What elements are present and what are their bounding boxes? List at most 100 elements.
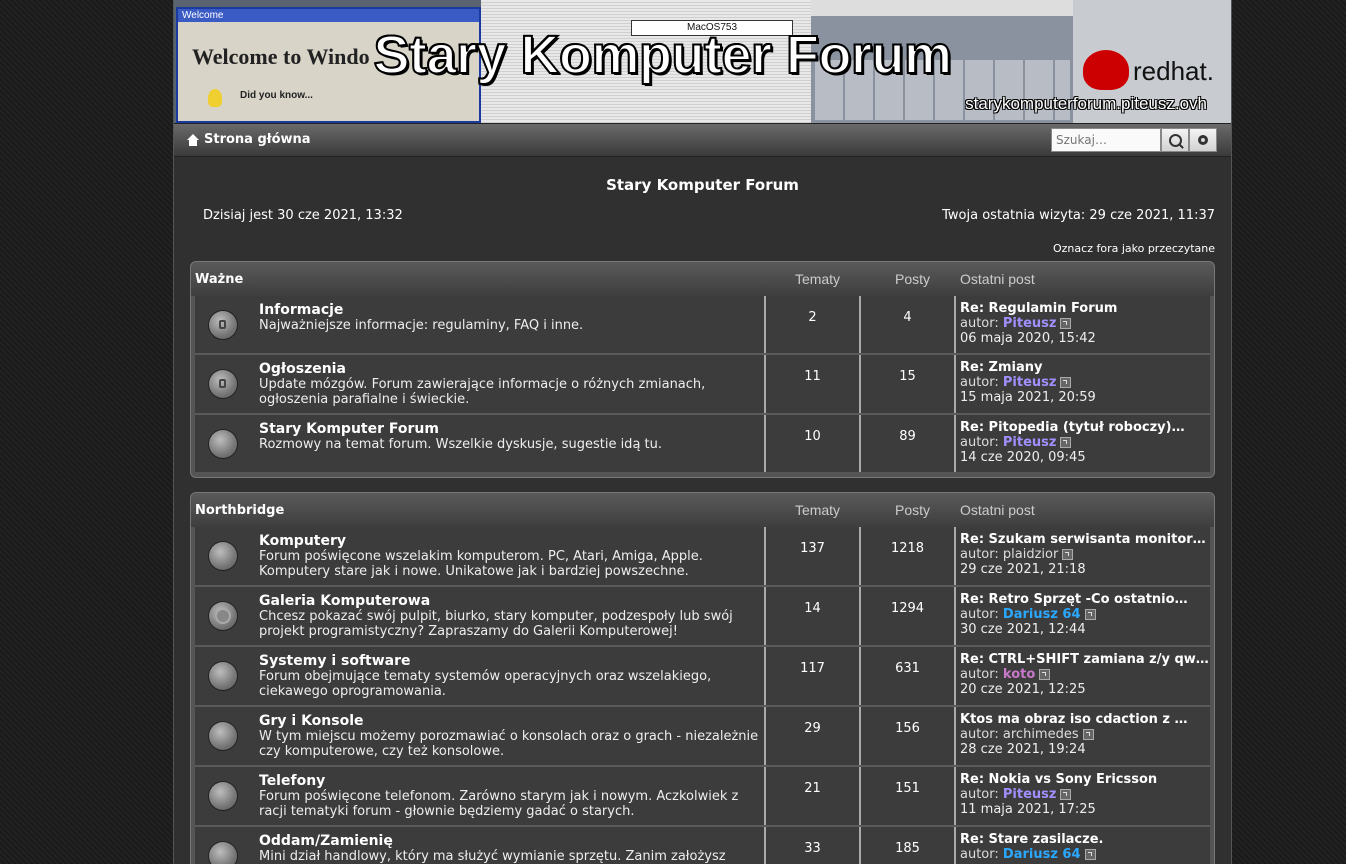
forum-topics: 117 xyxy=(766,647,861,705)
home-link[interactable]: Strona główna xyxy=(186,132,311,147)
forum-desc: Update mózgów. Forum zawierające informa… xyxy=(259,377,706,407)
forum-name[interactable]: Systemy i software xyxy=(259,653,760,669)
forum-name[interactable]: Informacje xyxy=(259,302,760,318)
forum-topics: 14 xyxy=(766,587,861,645)
goto-post-icon[interactable] xyxy=(1082,729,1094,740)
forum-last-post: Ktos ma obraz iso cdaction z … autor: ar… xyxy=(956,707,1210,765)
last-post-title[interactable]: Ktos ma obraz iso cdaction z … xyxy=(960,712,1210,727)
forum-name[interactable]: Telefony xyxy=(259,773,760,789)
forum-last-post: Re: Regulamin Forum autor: Piteusz 06 ma… xyxy=(956,296,1210,353)
search-button[interactable] xyxy=(1161,128,1189,152)
search-input[interactable] xyxy=(1051,128,1161,152)
forum-posts: 185 xyxy=(861,827,956,864)
forum-row: Oddam/Zamienię Mini dział handlowy, który… xyxy=(195,825,1210,864)
forum-desc: Mini dział handlowy, który ma służyć wym… xyxy=(259,849,726,864)
forum-posts: 1218 xyxy=(861,527,956,585)
forum-locked-icon xyxy=(209,310,237,339)
banner-win-bar: Welcome xyxy=(178,9,479,22)
page-title: Stary Komputer Forum xyxy=(606,176,799,194)
last-post-title[interactable]: Re: Pitopedia (tytuł roboczy)… xyxy=(960,420,1210,435)
goto-post-icon[interactable] xyxy=(1084,609,1096,620)
forum-name[interactable]: Komputery xyxy=(259,533,760,549)
forum-name[interactable]: Stary Komputer Forum xyxy=(259,421,760,437)
goto-post-icon[interactable] xyxy=(1060,377,1072,388)
last-post-date: 28 cze 2021, 19:24 xyxy=(960,742,1086,757)
goto-post-icon[interactable] xyxy=(1084,849,1096,860)
last-post-date: 29 cze 2021, 21:18 xyxy=(960,562,1086,577)
category-header: Ważne Tematy Posty Ostatni post xyxy=(191,262,1214,296)
category-name[interactable]: Northbridge xyxy=(191,503,770,518)
author-link[interactable]: koto xyxy=(1003,667,1035,682)
author-link[interactable]: archimedes xyxy=(1003,727,1079,742)
forum-desc: Forum poświęcone wszelakim komputerom. P… xyxy=(259,549,703,579)
last-post-date: 14 cze 2020, 09:45 xyxy=(960,450,1086,465)
forum-posts: 151 xyxy=(861,767,956,825)
author-label: autor: xyxy=(960,547,999,562)
forum-name[interactable]: Oddam/Zamienię xyxy=(259,833,760,849)
author-label: autor: xyxy=(960,847,999,862)
forum-topics: 11 xyxy=(766,355,861,413)
forum-last-post: Re: CTRL+SHIFT zamiana z/y qw… autor: ko… xyxy=(956,647,1210,705)
navbar: Strona główna xyxy=(174,124,1231,157)
forum-topics: 21 xyxy=(766,767,861,825)
forum-topics: 33 xyxy=(766,827,861,864)
forum-desc: Forum obejmujące tematy systemów operacy… xyxy=(259,669,712,699)
last-post-title[interactable]: Re: Zmiany xyxy=(960,360,1210,375)
column-last-post: Ostatni post xyxy=(960,502,1035,518)
author-link[interactable]: plaidzior xyxy=(1003,547,1058,562)
last-post-title[interactable]: Re: Stare zasilacze. xyxy=(960,832,1210,847)
last-post-title[interactable]: Re: Nokia vs Sony Ericsson xyxy=(960,772,1210,787)
site-banner[interactable]: Welcome Welcome to Windo Did you know...… xyxy=(174,0,1231,124)
forum-read-icon xyxy=(209,782,237,810)
forum-name[interactable]: Galeria Komputerowa xyxy=(259,593,760,609)
author-link[interactable]: Piteusz xyxy=(1003,375,1057,390)
forum-name[interactable]: Ogłoszenia xyxy=(259,361,760,377)
forum-row: Galeria Komputerowa Chcesz pokazać swój p… xyxy=(195,585,1210,645)
goto-post-icon[interactable] xyxy=(1060,318,1072,329)
forum-topics: 2 xyxy=(766,296,861,353)
forum-last-post: Re: Retro Sprzęt -Co ostatnio… autor: Da… xyxy=(956,587,1210,645)
author-link[interactable]: Piteusz xyxy=(1003,435,1057,450)
author-link[interactable]: Dariusz 64 xyxy=(1003,607,1081,622)
last-visit: Twoja ostatnia wizyta: 29 cze 2021, 11:3… xyxy=(942,208,1215,223)
last-post-date: 20 cze 2021, 12:25 xyxy=(960,682,1086,697)
last-post-date: 11 maja 2021, 17:25 xyxy=(960,802,1096,817)
last-post-title[interactable]: Re: Regulamin Forum xyxy=(960,301,1210,316)
last-post-title[interactable]: Re: Szukam serwisanta monitor… xyxy=(960,532,1210,547)
search-box xyxy=(1051,128,1217,152)
advanced-search-button[interactable] xyxy=(1189,128,1217,152)
category-name[interactable]: Ważne xyxy=(191,272,770,287)
page: Welcome Welcome to Windo Did you know...… xyxy=(173,0,1232,864)
forum-row: Systemy i software Forum obejmujące temat… xyxy=(195,645,1210,705)
goto-post-icon[interactable] xyxy=(1039,669,1051,680)
forum-row: Gry i Konsole W tym miejscu możemy porozm… xyxy=(195,705,1210,765)
author-label: autor: xyxy=(960,435,999,450)
author-link[interactable]: Piteusz xyxy=(1003,787,1057,802)
mark-forums-read-link[interactable]: Oznacz fora jako przeczytane xyxy=(190,242,1215,255)
today-date: Dzisiaj jest 30 cze 2021, 13:32 xyxy=(203,208,403,223)
goto-post-icon[interactable] xyxy=(1062,549,1074,560)
column-posts: Posty xyxy=(894,502,930,518)
forum-desc: W tym miejscu możemy porozmawiać o konso… xyxy=(259,729,759,759)
forum-name[interactable]: Gry i Konsole xyxy=(259,713,760,729)
forum-subforum-icon xyxy=(209,602,237,630)
goto-post-icon[interactable] xyxy=(1060,789,1072,800)
forum-row: Ogłoszenia Update mózgów. Forum zawierają… xyxy=(195,353,1210,413)
last-post-date: 15 maja 2021, 20:59 xyxy=(960,390,1096,405)
forum-desc: Rozmowy na temat forum. Wszelkie dyskusj… xyxy=(259,437,663,452)
last-post-title[interactable]: Re: CTRL+SHIFT zamiana z/y qw… xyxy=(960,652,1210,667)
last-post-title[interactable]: Re: Retro Sprzęt -Co ostatnio… xyxy=(960,592,1210,607)
forum-topics: 137 xyxy=(766,527,861,585)
author-link[interactable]: Dariusz 64 xyxy=(1003,847,1081,862)
author-label: autor: xyxy=(960,316,999,331)
date-info: Dzisiaj jest 30 cze 2021, 13:32 Twoja os… xyxy=(190,208,1215,223)
forum-read-icon xyxy=(209,542,237,570)
main-content: Stary Komputer Forum Dzisiaj jest 30 cze… xyxy=(174,176,1231,864)
gear-icon xyxy=(1198,135,1208,145)
forum-read-icon xyxy=(209,662,237,690)
forum-last-post: Re: Szukam serwisanta monitor… autor: pl… xyxy=(956,527,1210,585)
forum-last-post: Re: Stare zasilacze. autor: Dariusz 64 xyxy=(956,827,1210,864)
author-link[interactable]: Piteusz xyxy=(1003,316,1057,331)
goto-post-icon[interactable] xyxy=(1060,437,1072,448)
forum-posts: 631 xyxy=(861,647,956,705)
